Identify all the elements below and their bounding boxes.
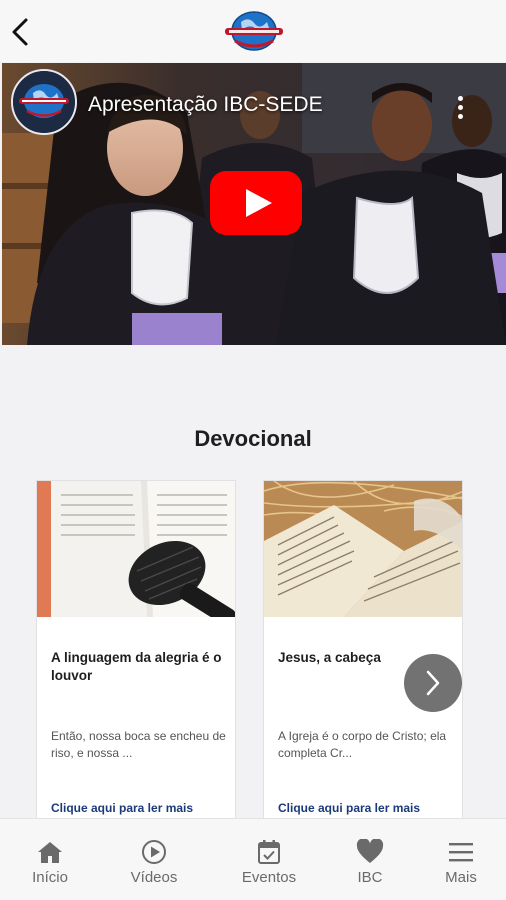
card-image-microphone-bible [37, 481, 235, 617]
tab-eventos[interactable]: Eventos [234, 819, 304, 900]
devocional-section-title: Devocional [194, 426, 312, 451]
devotional-card[interactable]: A linguagem da alegria é o louvor Então,… [36, 480, 236, 840]
tab-label: Mais [445, 869, 477, 886]
tab-label: IBC [357, 869, 383, 886]
top-bar [0, 0, 506, 62]
read-more-link[interactable]: Clique aqui para ler mais [51, 801, 193, 815]
carousel-next-button[interactable] [404, 654, 462, 712]
card-image-bible-straw [264, 481, 462, 617]
video-title[interactable]: Apresentação IBC-SEDE [88, 93, 323, 117]
ibc-logo [13, 71, 75, 133]
card-excerpt: A Igreja é o corpo de Cristo; ela comple… [278, 729, 447, 760]
tab-label: Vídeos [130, 869, 178, 886]
bottom-tab-bar: Início Vídeos Eventos IBC Mais [0, 818, 506, 900]
video-player[interactable]: Apresentação IBC-SEDE [2, 63, 506, 345]
chevron-right-icon [426, 670, 440, 696]
ibc-logo [225, 11, 283, 51]
tab-inicio[interactable]: Início [18, 819, 82, 900]
tab-videos[interactable]: Vídeos [122, 819, 186, 900]
card-title: A linguagem da alegria é o louvor [51, 650, 222, 683]
tab-label: Início [32, 869, 68, 886]
tab-ibc[interactable]: IBC [340, 819, 400, 900]
back-button[interactable] [4, 12, 36, 52]
calendar-check-icon [258, 840, 280, 864]
play-circle-icon [142, 840, 166, 864]
tab-label: Eventos [241, 869, 297, 886]
tab-mais[interactable]: Mais [432, 819, 490, 900]
menu-icon [449, 843, 473, 862]
home-icon [38, 842, 62, 863]
youtube-play-icon[interactable] [210, 171, 302, 235]
channel-avatar[interactable] [11, 69, 77, 135]
chevron-left-icon [12, 18, 28, 46]
read-more-link[interactable]: Clique aqui para ler mais [278, 801, 420, 815]
more-vert-icon[interactable] [448, 89, 472, 125]
heart-icon [356, 839, 384, 863]
card-excerpt: Então, nossa boca se encheu de riso, e n… [51, 729, 226, 760]
